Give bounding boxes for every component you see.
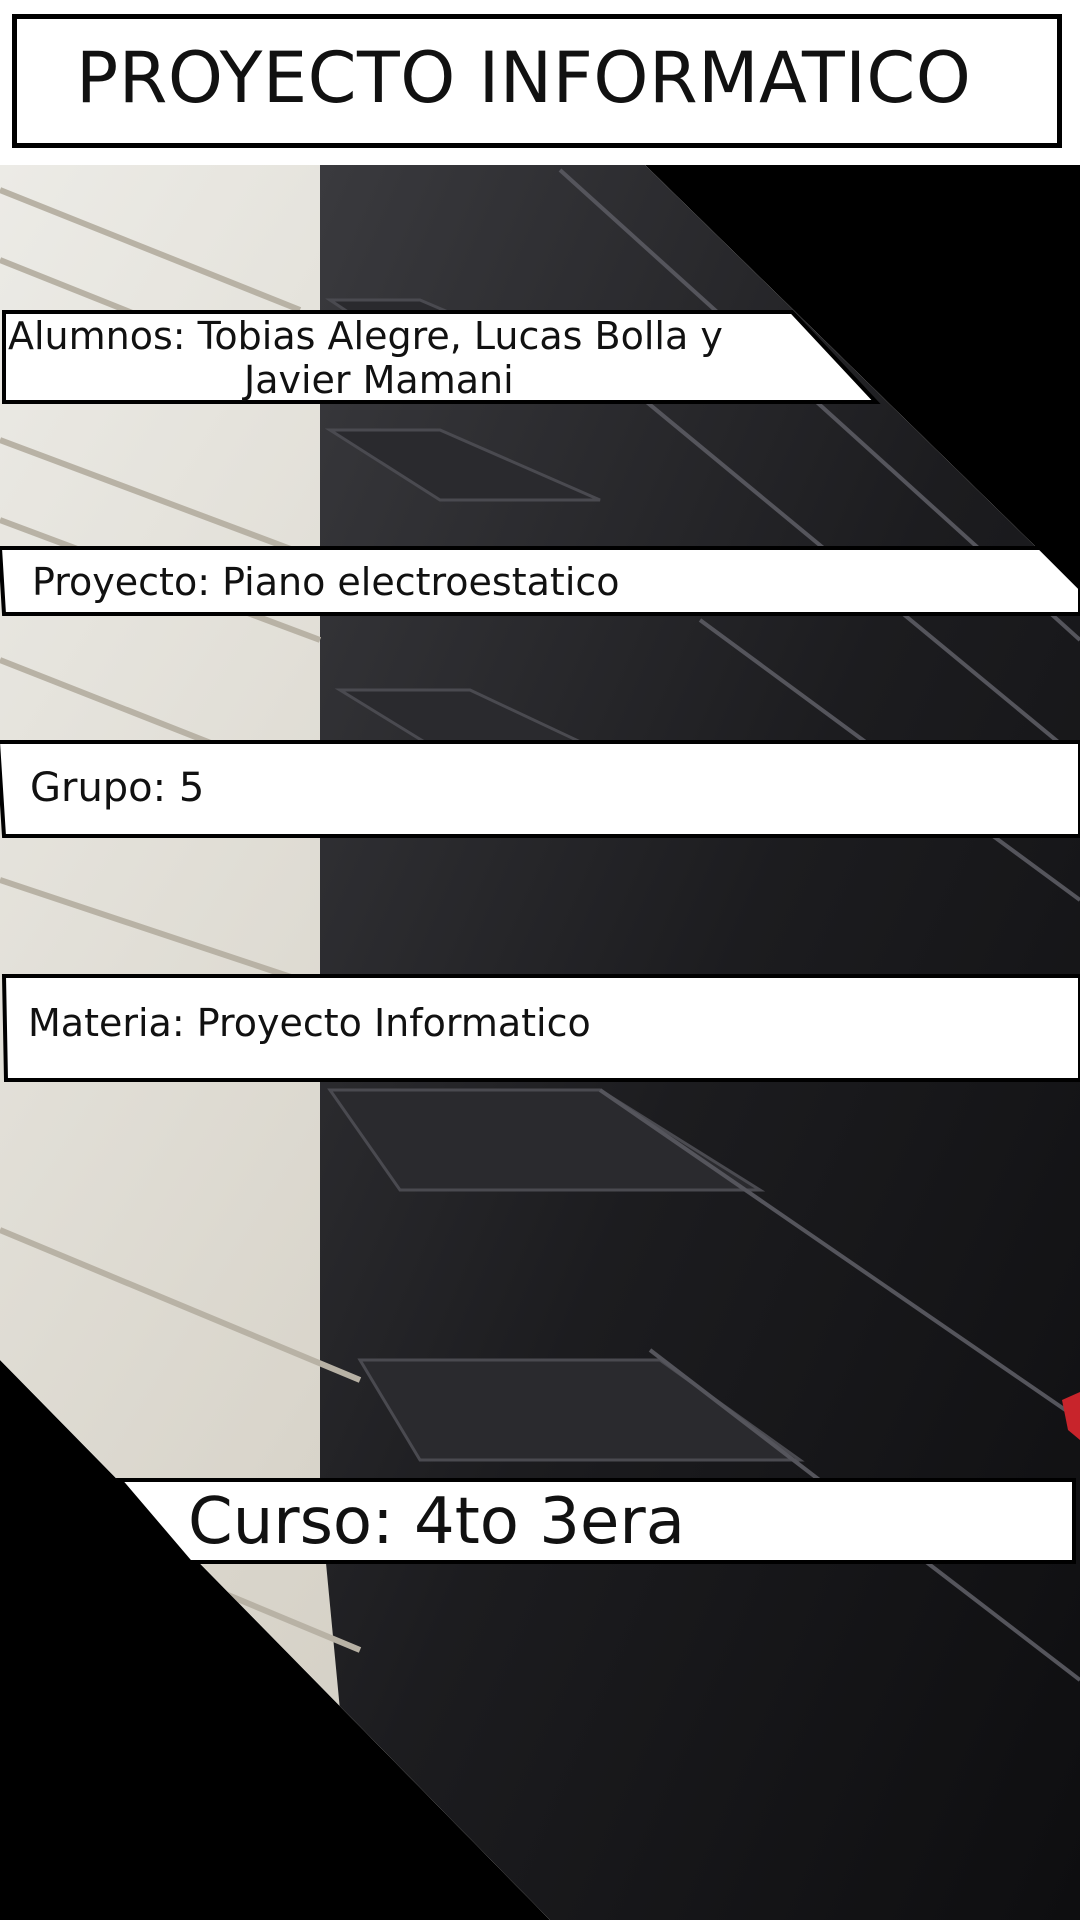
alumnos-line-2: Javier Mamani [244, 358, 514, 402]
page-title: PROYECTO INFORMATICO [76, 37, 972, 119]
alumnos-line-1: Alumnos: Tobias Alegre, Lucas Bolla y [8, 314, 723, 358]
piano-keys-image [0, 165, 1080, 1920]
proyecto-label: Proyecto: Piano electroestatico [32, 560, 620, 604]
curso-label: Curso: 4to 3era [188, 1485, 685, 1559]
cover-page: PROYECTO INFORMATICO Alumnos: Tobias Ale… [0, 0, 1080, 1920]
grupo-label: Grupo: 5 [30, 765, 205, 811]
materia-label: Materia: Proyecto Informatico [28, 1001, 591, 1045]
